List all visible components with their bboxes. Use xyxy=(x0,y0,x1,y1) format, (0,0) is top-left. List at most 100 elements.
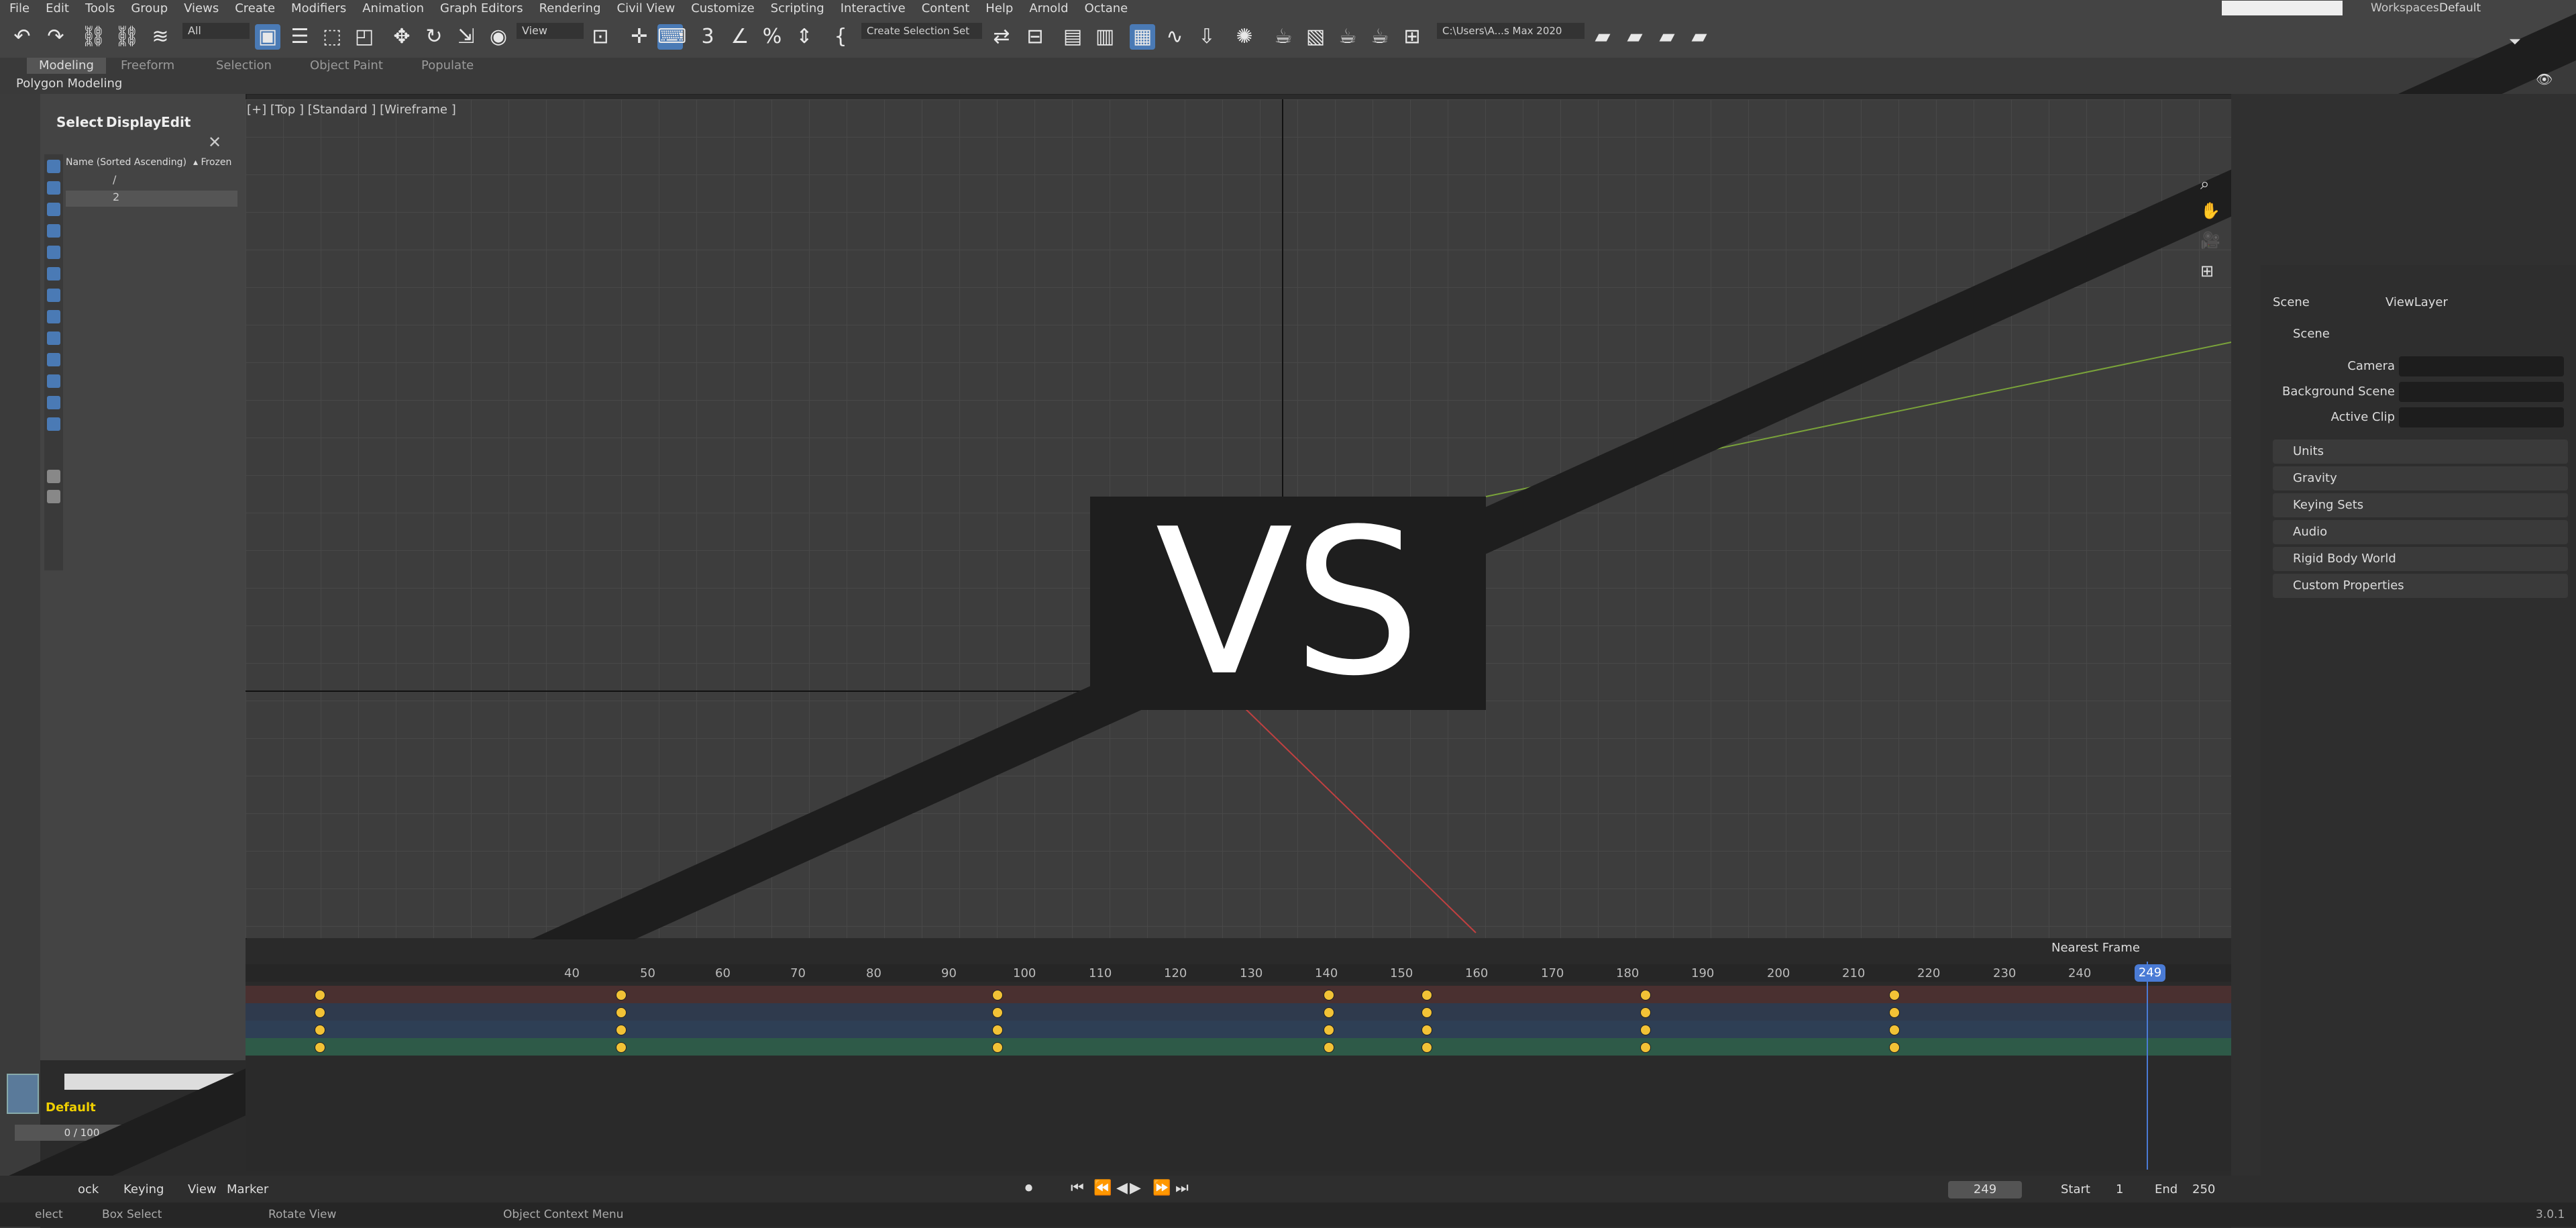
tick-label: 40 xyxy=(564,966,580,980)
tick-label: 110 xyxy=(1089,966,1112,980)
breadcrumb-scene[interactable]: Scene xyxy=(2273,295,2310,309)
scene-section-header[interactable]: Scene xyxy=(2273,322,2568,346)
vs-label: VS xyxy=(1155,486,1421,720)
tick-label: 90 xyxy=(941,966,957,980)
keyframe-dot[interactable] xyxy=(1640,990,1651,1001)
keyframe-dot[interactable] xyxy=(1640,1042,1651,1053)
tick-label: 70 xyxy=(790,966,806,980)
keyframe-dot[interactable] xyxy=(992,1007,1004,1018)
menu-marker[interactable]: Marker xyxy=(227,1182,268,1196)
tick-label: 100 xyxy=(1013,966,1036,980)
next-keyframe-icon[interactable]: ⏩ xyxy=(1152,1180,1171,1196)
tick-label: 240 xyxy=(2068,966,2092,980)
record-icon[interactable]: ⏺ xyxy=(1025,1180,1032,1196)
keyframe-dot[interactable] xyxy=(1324,990,1335,1001)
active-clip-row: Active Clip xyxy=(2261,407,2569,436)
camera-field[interactable] xyxy=(2399,356,2564,376)
tick-label: 200 xyxy=(1767,966,1790,980)
tick-label: 190 xyxy=(1691,966,1715,980)
tick-label: 140 xyxy=(1315,966,1338,980)
status-select: elect xyxy=(35,1208,63,1221)
status-bar: elect Box Select Rotate View Object Cont… xyxy=(0,1203,2576,1227)
keyframe-dot[interactable] xyxy=(314,1042,325,1053)
keyframe-dot[interactable] xyxy=(1640,1025,1651,1035)
play-icon[interactable]: ▶ xyxy=(1130,1180,1141,1196)
keyframe-dot[interactable] xyxy=(1324,1042,1335,1053)
keyframe-dot[interactable] xyxy=(615,1025,627,1035)
keyframe-dot[interactable] xyxy=(1421,990,1433,1001)
active-clip-field[interactable] xyxy=(2399,407,2564,427)
audio-panel[interactable]: Audio xyxy=(2273,520,2568,544)
properties-editor: Scene ViewLayer Scene Camera Background … xyxy=(2261,265,2576,1191)
keyframe-dot[interactable] xyxy=(1324,1007,1335,1018)
camera-row: Camera xyxy=(2261,356,2569,385)
breadcrumb-viewlayer[interactable]: ViewLayer xyxy=(2385,295,2448,309)
keying-sets-panel[interactable]: Keying Sets xyxy=(2273,493,2568,517)
eye-icon[interactable]: 👁 xyxy=(2536,71,2553,87)
snap-mode-dropdown[interactable]: Nearest Frame xyxy=(2051,941,2140,955)
version-label: 3.0.1 xyxy=(2536,1208,2565,1221)
menu-ock[interactable]: ock xyxy=(78,1182,99,1196)
start-value[interactable]: 1 xyxy=(2116,1182,2123,1196)
jump-end-icon[interactable]: ⏭ xyxy=(1175,1180,1189,1196)
keyframe-dot[interactable] xyxy=(1421,1007,1433,1018)
jump-start-icon[interactable]: ⏮ xyxy=(1071,1180,1084,1196)
camera-label: Camera xyxy=(2347,359,2395,373)
frame-ruler[interactable]: 40 50 60 70 80 90 100 110 120 130 140 15… xyxy=(246,964,2231,982)
tick-label: 180 xyxy=(1616,966,1640,980)
hand-icon[interactable]: ✋ xyxy=(2200,201,2220,220)
grid-view-icon[interactable]: ⊞ xyxy=(2200,262,2214,280)
keyframe-dot[interactable] xyxy=(1421,1025,1433,1035)
start-label: Start xyxy=(2061,1182,2090,1196)
prev-keyframe-icon[interactable]: ⏪ xyxy=(1093,1180,1112,1196)
keyframe-dot[interactable] xyxy=(314,1007,325,1018)
keyframe-dot[interactable] xyxy=(314,1025,325,1035)
timeline-header: ock Keying View Marker ⏺ ⏮ ⏪ ◀ ▶ ⏩ ⏭ 249… xyxy=(0,1176,2576,1203)
zoom-icon[interactable]: ⌕ xyxy=(2200,174,2209,193)
tick-label: 80 xyxy=(866,966,881,980)
keyframe-dot[interactable] xyxy=(992,1042,1004,1053)
status-rotate-view: Rotate View xyxy=(268,1208,337,1221)
tick-label: 170 xyxy=(1541,966,1564,980)
current-frame-badge[interactable]: 249 xyxy=(2135,964,2165,982)
tick-label: 130 xyxy=(1240,966,1263,980)
bg-scene-row: Background Scene xyxy=(2261,382,2569,410)
tick-label: 230 xyxy=(1993,966,2017,980)
tick-label: 160 xyxy=(1465,966,1489,980)
rigid-body-world-panel[interactable]: Rigid Body World xyxy=(2273,547,2568,571)
bg-scene-field[interactable] xyxy=(2399,382,2564,402)
keyframe-dot[interactable] xyxy=(1640,1007,1651,1018)
current-frame-field[interactable]: 249 xyxy=(1948,1181,2022,1198)
scene-section-label: Scene xyxy=(2293,327,2330,341)
keyframe-dot[interactable] xyxy=(992,990,1004,1001)
keyframe-dot[interactable] xyxy=(1888,1042,1900,1053)
blender-x-axis xyxy=(1240,704,1477,933)
keyframe-dot[interactable] xyxy=(992,1025,1004,1035)
keyframe-dot[interactable] xyxy=(615,990,627,1001)
menu-view[interactable]: View xyxy=(188,1182,217,1196)
custom-properties-panel[interactable]: Custom Properties xyxy=(2273,574,2568,598)
bg-scene-label: Background Scene xyxy=(2282,385,2395,399)
keyframe-dot[interactable] xyxy=(1324,1025,1335,1035)
keyframe-dot[interactable] xyxy=(1888,1007,1900,1018)
tick-label: 120 xyxy=(1164,966,1187,980)
keyframe-dot[interactable] xyxy=(314,990,325,1001)
keyframe-dot[interactable] xyxy=(1888,990,1900,1001)
status-context-menu: Object Context Menu xyxy=(503,1208,624,1221)
playhead[interactable] xyxy=(2147,962,2148,1170)
keyframe-dot[interactable] xyxy=(615,1007,627,1018)
keyframe-dot[interactable] xyxy=(1421,1042,1433,1053)
units-panel[interactable]: Units xyxy=(2273,440,2568,464)
tick-label: 220 xyxy=(1917,966,1941,980)
camera-view-icon[interactable]: 🎥 xyxy=(2200,231,2220,250)
menu-keying[interactable]: Keying xyxy=(123,1182,164,1196)
keyframe-dot[interactable] xyxy=(615,1042,627,1053)
keyframe-dot[interactable] xyxy=(1888,1025,1900,1035)
gravity-panel[interactable]: Gravity xyxy=(2273,466,2568,491)
end-value[interactable]: 250 xyxy=(2192,1182,2215,1196)
tick-label: 50 xyxy=(640,966,655,980)
tick-label: 60 xyxy=(715,966,731,980)
play-reverse-icon[interactable]: ◀ xyxy=(1116,1180,1128,1196)
filter-icon[interactable]: ⏷ xyxy=(2509,34,2521,50)
keyframes-layer xyxy=(246,986,2231,1056)
